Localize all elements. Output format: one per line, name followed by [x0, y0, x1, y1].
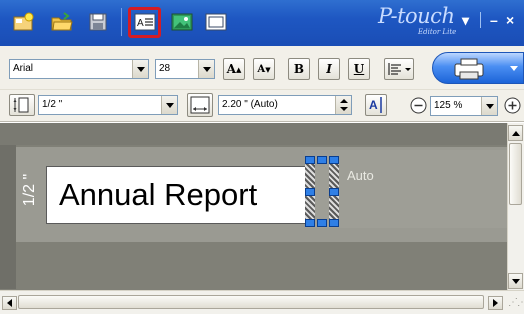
resize-handle-right[interactable]: [329, 188, 339, 196]
app-logo-subtitle: Editor Lite: [418, 28, 457, 36]
zoom-out-icon: [410, 97, 427, 114]
vertical-scroll-thumb[interactable]: [509, 143, 522, 205]
align-button[interactable]: [384, 58, 414, 80]
bold-label: B: [293, 62, 305, 76]
resize-handle-left[interactable]: [305, 188, 315, 196]
font-name-select[interactable]: Arial: [9, 59, 149, 79]
frame-icon[interactable]: [204, 10, 228, 34]
resize-handle-bottom-left[interactable]: [305, 219, 315, 227]
font-size-value: 28: [159, 63, 171, 74]
zoom-in-button[interactable]: [504, 97, 521, 117]
chevron-down-icon[interactable]: [481, 97, 497, 115]
printer-icon[interactable]: [452, 58, 486, 83]
minimize-button[interactable]: –: [490, 12, 498, 28]
menu-arrow-icon[interactable]: ▾: [462, 12, 469, 28]
font-size-select[interactable]: 28: [155, 59, 215, 79]
resize-handle-bottom[interactable]: [317, 219, 327, 227]
label-length-icon: [187, 93, 213, 117]
chevron-down-icon[interactable]: [132, 60, 148, 78]
chevron-down-icon[interactable]: [198, 60, 214, 78]
zoom-in-icon: [504, 97, 521, 114]
svg-text:A: A: [369, 98, 378, 112]
scroll-left-button[interactable]: [2, 296, 17, 310]
canvas-top-strip: [0, 123, 507, 145]
open-folder-icon[interactable]: [50, 10, 74, 34]
title-toolbar: A P-touch Editor Lite ▾ – ×: [0, 0, 524, 46]
shrink-font-label: A: [257, 63, 266, 75]
close-button[interactable]: ×: [506, 12, 514, 28]
grow-font-button[interactable]: A ▲: [223, 58, 245, 80]
zoom-out-button[interactable]: [410, 97, 427, 117]
label-length-input[interactable]: 2.20 " (Auto): [218, 95, 352, 115]
scroll-right-button[interactable]: [488, 296, 503, 310]
scroll-down-button[interactable]: [508, 273, 523, 289]
resize-handle-top-left[interactable]: [305, 156, 315, 164]
resize-handle-top[interactable]: [317, 156, 327, 164]
save-icon[interactable]: [86, 10, 110, 34]
window-control-separator: [480, 12, 481, 28]
resize-grip-icon[interactable]: ⋰⋰: [508, 297, 524, 308]
margin-indicator: 1/2 ": [18, 150, 42, 230]
grow-font-label: A: [226, 62, 236, 76]
text-object-content[interactable]: Annual Report: [59, 177, 257, 213]
margin-indicator-label: 1/2 ": [21, 173, 38, 207]
canvas-left-strip: [0, 145, 16, 289]
horizontal-scroll-thumb[interactable]: [18, 295, 484, 309]
toolbar-separator: [121, 8, 122, 36]
insert-image-icon[interactable]: [170, 10, 194, 34]
margin-icon: [9, 94, 35, 116]
margin-select[interactable]: 1/2 ": [38, 95, 178, 115]
new-label-icon[interactable]: [12, 10, 36, 34]
highlighted-text-tool: [128, 7, 161, 38]
length-spinner[interactable]: [335, 96, 351, 114]
label-length-value: 2.20 " (Auto): [222, 99, 278, 110]
text-object[interactable]: Annual Report: [46, 166, 310, 224]
spinner-arrows-icon: [339, 99, 348, 111]
bold-button[interactable]: B: [288, 58, 310, 80]
resize-handle-bottom-right[interactable]: [329, 219, 339, 227]
auto-length-label: Auto: [347, 168, 374, 183]
font-name-value: Arial: [13, 63, 34, 74]
print-options-arrow-icon[interactable]: [510, 66, 518, 71]
italic-label: I: [326, 62, 332, 76]
auto-length-button[interactable]: A: [365, 94, 387, 116]
resize-handle-top-right[interactable]: [329, 156, 339, 164]
chevron-down-icon[interactable]: [161, 96, 177, 114]
underline-button[interactable]: U: [348, 58, 370, 80]
align-left-icon: [388, 63, 411, 75]
app-logo: P-touch: [378, 4, 455, 28]
zoom-select[interactable]: 125 %: [430, 96, 498, 116]
auto-length-icon: A: [369, 97, 382, 113]
shrink-font-button[interactable]: A ▼: [253, 58, 275, 80]
underline-label: U: [353, 62, 365, 76]
zoom-value: 125 %: [434, 100, 463, 111]
italic-button[interactable]: I: [318, 58, 340, 80]
scroll-up-button[interactable]: [508, 125, 523, 141]
margin-value: 1/2 ": [42, 99, 63, 110]
